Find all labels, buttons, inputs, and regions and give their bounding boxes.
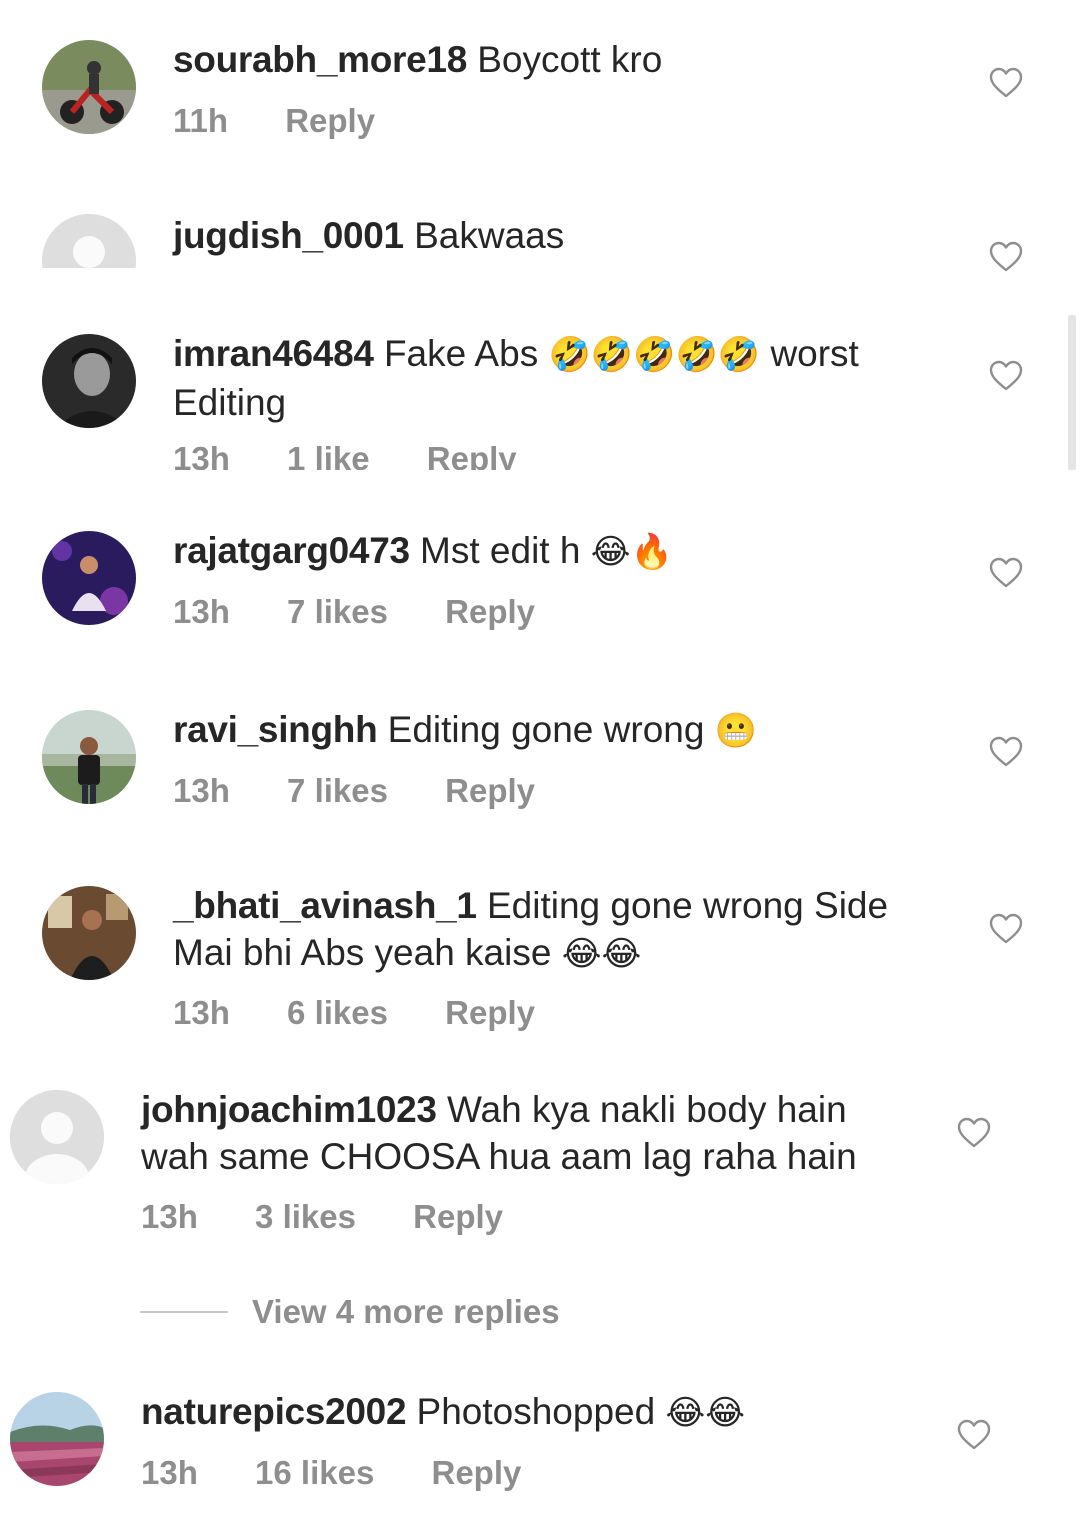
reply-button[interactable]: Reply [445,994,535,1031]
avatar[interactable] [42,40,136,134]
comment-body: Editing gone wrong [387,709,705,750]
comment-meta: 13h 6 likes Reply [173,994,583,1032]
comment-body-line2: wah same CHOOSA hua aam lag raha hain [141,1136,857,1177]
comment-text: johnjoachim1023 Wah kya nakli body hain … [141,1086,931,1180]
reply-button[interactable]: Reply [445,772,535,809]
comment-meta: 13h 1 like Reply [173,440,565,470]
comment-body: Mst edit h [420,530,581,571]
comment-item: imran46484 Fake Abs 🤣🤣🤣🤣🤣 worst Editing … [0,333,1060,474]
heart-icon[interactable] [989,360,1023,392]
heart-icon[interactable] [989,67,1023,99]
avatar[interactable] [42,710,136,804]
comment-meta: 13h 7 likes Reply [173,772,583,810]
comment-item: naturepics2002 Photoshopped 😂😂 13h 16 li… [0,1391,1060,1512]
username[interactable]: johnjoachim1023 [141,1089,437,1130]
username[interactable]: rajatgarg0473 [173,530,410,571]
heart-icon[interactable] [989,913,1023,945]
comment-body: Photoshopped [416,1391,656,1432]
heart-icon[interactable] [957,1117,991,1149]
reply-button[interactable]: Reply [427,440,517,470]
avatar[interactable] [10,1090,104,1184]
emoji: 😂😂 [665,1393,745,1433]
comment-body-line2: Mai bhi Abs yeah kaise [173,932,552,973]
comment-text: _bhati_avinash_1 Editing gone wrong Side… [173,882,933,978]
username[interactable]: _bhati_avinash_1 [173,885,477,926]
like-count[interactable]: 3 likes [255,1198,356,1235]
reply-button[interactable]: Reply [445,593,535,630]
comment-item: sourabh_more18 Boycott kro 11h Reply [0,39,1060,160]
username[interactable]: jugdish_0001 [173,215,404,256]
scrollbar[interactable] [1068,315,1076,470]
comment-body: Fake Abs [383,333,539,374]
avatar[interactable] [42,214,136,268]
emoji: 😬 [714,711,758,751]
like-count[interactable]: 7 likes [287,772,388,809]
heart-icon[interactable] [989,241,1023,273]
comment-body: Wah kya nakli body hain [447,1089,847,1130]
avatar[interactable] [10,1392,104,1486]
comment-text: sourabh_more18 Boycott kro [173,36,662,83]
comment-meta: 11h Reply [173,102,423,140]
comment-text: naturepics2002 Photoshopped 😂😂 [141,1388,745,1437]
view-more-replies-button[interactable]: View 4 more replies [140,1290,560,1334]
comment-body: Bakwaas [414,215,565,256]
comment-item: rajatgarg0473 Mst edit h 😂🔥 13h 7 likes … [0,530,1060,651]
comment-body-continued: worst [770,333,859,374]
username[interactable]: naturepics2002 [141,1391,407,1432]
view-more-replies-label: View 4 more replies [252,1293,560,1330]
emoji: 😂😂 [561,934,642,974]
comment-meta: 13h 3 likes Reply [141,1198,551,1236]
comment-item: johnjoachim1023 Wah kya nakli body hain … [0,1089,1060,1240]
like-count[interactable]: 7 likes [287,593,388,630]
heart-icon[interactable] [989,736,1023,768]
reply-button[interactable]: Reply [285,102,375,139]
timestamp: 13h [141,1454,198,1491]
heart-icon[interactable] [989,557,1023,589]
comments-feed: sourabh_more18 Boycott kro 11h Reply jug… [0,0,1080,1532]
like-count[interactable]: 16 likes [255,1454,374,1491]
reply-button[interactable]: Reply [432,1454,522,1491]
emoji: 🤣🤣🤣🤣🤣 [548,335,761,375]
timestamp: 13h [173,440,230,470]
emoji: 😂🔥 [590,532,673,572]
comment-text: rajatgarg0473 Mst edit h 😂🔥 [173,527,673,576]
username[interactable]: ravi_singhh [173,709,378,750]
comment-body: Boycott kro [477,39,663,80]
comment-item: _bhati_avinash_1 Editing gone wrong Side… [0,885,1060,1036]
avatar[interactable] [42,334,136,428]
timestamp: 13h [173,994,230,1031]
timestamp: 13h [141,1198,198,1235]
comment-text: imran46484 Fake Abs 🤣🤣🤣🤣🤣 worst Editing [173,330,933,426]
timestamp: 13h [173,772,230,809]
comment-body-line2: Editing [173,382,287,423]
comment-meta-clip: 13h 1 like Reply [173,440,673,470]
comment-meta: 13h 16 likes Reply [141,1454,569,1492]
username[interactable]: sourabh_more18 [173,39,467,80]
divider-line [140,1311,228,1313]
timestamp: 11h [173,102,229,139]
avatar-clip [42,214,136,268]
username[interactable]: imran46484 [173,333,374,374]
comment-text: jugdish_0001 Bakwaas [173,212,564,259]
comment-text: ravi_singhh Editing gone wrong 😬 [173,706,757,755]
avatar[interactable] [42,531,136,625]
comment-item: jugdish_0001 Bakwaas [0,212,1060,273]
like-count[interactable]: 6 likes [287,994,388,1031]
comment-item: ravi_singhh Editing gone wrong 😬 13h 7 l… [0,709,1060,830]
comment-body: Editing gone wrong Side [486,885,889,926]
timestamp: 13h [173,593,230,630]
avatar[interactable] [42,886,136,980]
heart-icon[interactable] [957,1419,991,1451]
reply-button[interactable]: Reply [413,1198,503,1235]
comment-meta: 13h 7 likes Reply [173,593,583,631]
like-count[interactable]: 1 like [287,440,370,470]
